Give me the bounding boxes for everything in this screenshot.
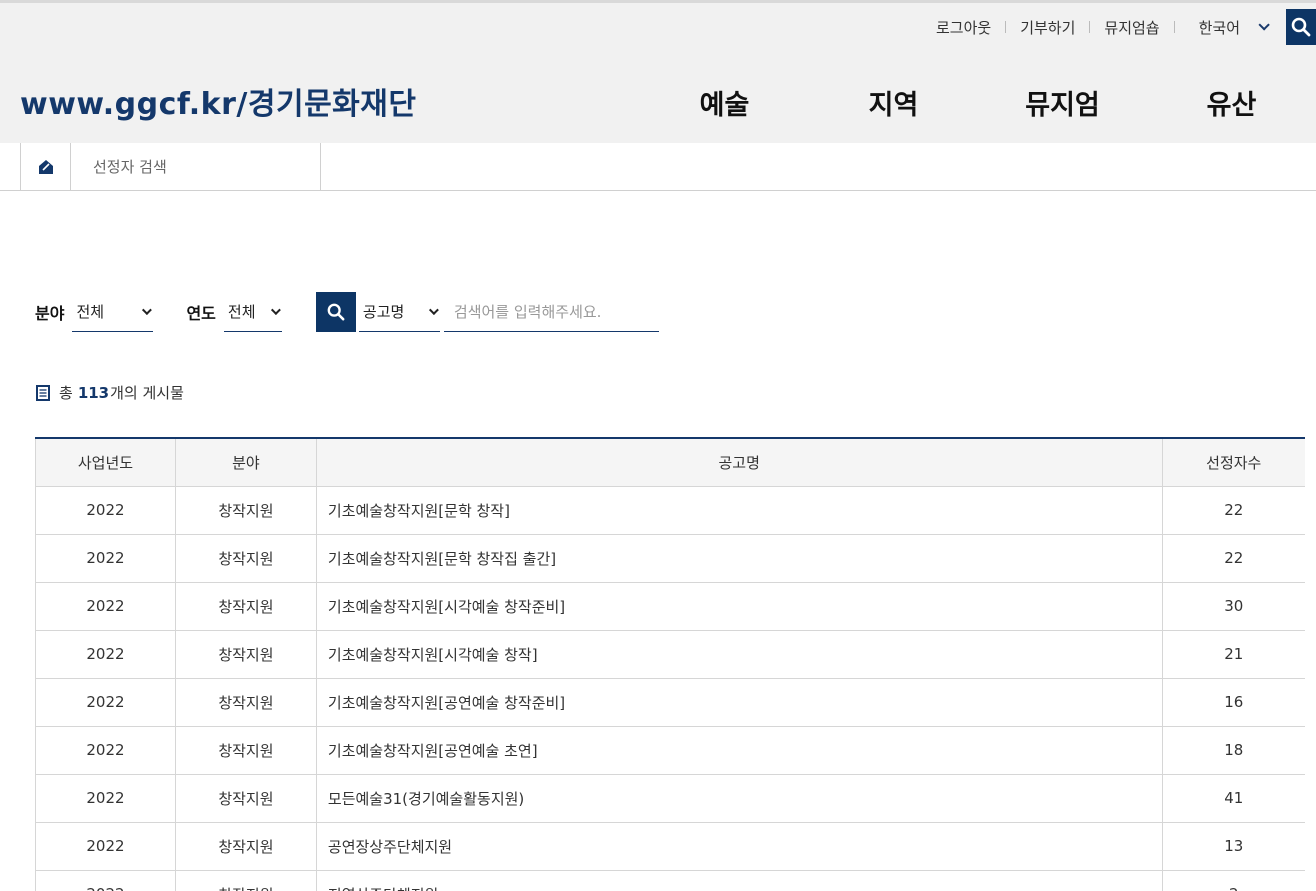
breadcrumb-current[interactable]: 선정자 검색 — [71, 143, 321, 190]
museum-shop-link[interactable]: 뮤지엄숍 — [1090, 17, 1173, 38]
table-row[interactable]: 2022 창작지원 기초예술창작지원[시각예술 창작] 21 — [35, 630, 1305, 679]
nav-item-heritage[interactable]: 유산 — [1147, 83, 1316, 122]
home-button[interactable] — [20, 143, 71, 190]
cell-selected-count: 21 — [1161, 630, 1305, 679]
field-select-value: 전체 — [76, 303, 105, 321]
count-number: 113 — [77, 383, 110, 402]
language-label: 한국어 — [1198, 18, 1240, 37]
chevron-down-icon — [1258, 19, 1270, 31]
cell-field: 창작지원 — [174, 774, 317, 823]
cell-field: 창작지원 — [174, 534, 317, 583]
column-header-title: 공고명 — [315, 438, 1163, 487]
cell-year: 2022 — [35, 630, 176, 679]
home-icon — [38, 159, 53, 174]
cell-title[interactable]: 기초예술창작지원[공연예술 창작준비] — [315, 678, 1163, 727]
column-header-field: 분야 — [174, 438, 317, 487]
cell-field: 창작지원 — [174, 630, 317, 679]
count-suffix: 개의 게시물 — [110, 384, 184, 402]
search-type-value: 공고명 — [362, 303, 405, 321]
year-select-value: 전체 — [227, 303, 256, 321]
cell-field: 창작지원 — [174, 870, 317, 891]
nav-item-museum[interactable]: 뮤지엄 — [978, 83, 1147, 122]
field-select[interactable]: 전체 — [72, 292, 154, 332]
cell-year: 2022 — [35, 870, 176, 891]
chevron-down-icon — [142, 305, 153, 316]
table-row[interactable]: 2022창작지원지역상주단체지원2 — [35, 870, 1305, 891]
cell-selected-count: 41 — [1161, 774, 1305, 823]
site-header: 로그아웃 기부하기 뮤지엄숍 한국어 www.ggcf.kr/경기문화재단 예술… — [0, 0, 1316, 143]
search-button[interactable] — [315, 292, 356, 332]
results-table: 사업년도 분야 공고명 선정자수 2022 창작지원 기초예술창작지원[문학 창작]… — [35, 437, 1305, 891]
chevron-down-icon — [270, 305, 281, 316]
cell-year: 2022 — [35, 486, 176, 535]
cell-field: 창작지원 — [174, 678, 317, 727]
cell-title[interactable]: 공연장상주단체지원 — [315, 822, 1163, 871]
chevron-down-icon — [428, 305, 439, 316]
logout-link[interactable]: 로그아웃 — [922, 17, 1005, 38]
list-icon — [36, 384, 50, 401]
cell-year: 2022 — [35, 534, 176, 583]
cell-title[interactable]: 기초예술창작지원[시각예술 창작준비] — [315, 582, 1163, 631]
cell-selected-count: 30 — [1161, 582, 1305, 631]
site-logo[interactable]: www.ggcf.kr/경기문화재단 — [20, 79, 416, 123]
cell-title[interactable]: 지역상주단체지원 — [315, 870, 1163, 891]
cell-selected-count: 22 — [1161, 534, 1305, 583]
cell-field: 창작지원 — [174, 726, 317, 775]
cell-selected-count: 22 — [1161, 486, 1305, 535]
search-filters: 분야 전체 연도 전체 공고명 — [35, 292, 659, 332]
cell-title[interactable]: 모든예술31(경기예술활동지원) — [315, 774, 1163, 823]
language-select[interactable]: 한국어 — [1175, 17, 1282, 38]
cell-field: 창작지원 — [174, 486, 317, 535]
table-row[interactable]: 2022 창작지원 기초예술창작지원[문학 창작] 22 — [35, 486, 1305, 535]
cell-year: 2022 — [35, 678, 176, 727]
table-header-row: 사업년도 분야 공고명 선정자수 — [35, 438, 1305, 487]
table-row[interactable]: 2022 창작지원 기초예술창작지원[문학 창작집 출간] 22 — [35, 534, 1305, 583]
donate-link[interactable]: 기부하기 — [1006, 17, 1089, 38]
site-search-button[interactable] — [1286, 9, 1316, 45]
year-filter-label: 연도 — [186, 304, 216, 323]
search-icon — [1291, 17, 1311, 37]
cell-title[interactable]: 기초예술창작지원[공연예술 초연] — [315, 726, 1163, 775]
main-nav: 예술 지역 뮤지엄 유산 — [640, 83, 1316, 122]
table-row[interactable]: 2022 창작지원 공연장상주단체지원 13 — [35, 822, 1305, 871]
cell-selected-count: 16 — [1161, 678, 1305, 727]
cell-title[interactable]: 기초예술창작지원[문학 창작] — [315, 486, 1163, 535]
utility-bar: 로그아웃 기부하기 뮤지엄숍 한국어 — [922, 9, 1316, 45]
cell-year: 2022 — [35, 822, 176, 871]
cell-title[interactable]: 기초예술창작지원[문학 창작집 출간] — [315, 534, 1163, 583]
cell-year: 2022 — [35, 774, 176, 823]
count-prefix: 총 — [59, 384, 73, 402]
column-header-year: 사업년도 — [35, 438, 176, 487]
cell-title[interactable]: 기초예술창작지원[시각예술 창작] — [315, 630, 1163, 679]
result-count: 총 113 개의 게시물 — [35, 382, 184, 403]
table-row[interactable]: 2022 창작지원 모든예술31(경기예술활동지원) 41 — [35, 774, 1305, 823]
table-row[interactable]: 2022 창작지원 기초예술창작지원[공연예술 초연] 18 — [35, 726, 1305, 775]
nav-item-region[interactable]: 지역 — [809, 83, 978, 122]
cell-field: 창작지원 — [174, 582, 317, 631]
table-row[interactable]: 2022 창작지원 기초예술창작지원[공연예술 창작준비] 16 — [35, 678, 1305, 727]
cell-field: 창작지원 — [174, 822, 317, 871]
search-icon — [327, 303, 345, 321]
nav-item-art[interactable]: 예술 — [640, 83, 809, 122]
column-header-selected-count: 선정자수 — [1161, 438, 1305, 487]
breadcrumb: 선정자 검색 — [0, 143, 1316, 191]
cell-year: 2022 — [35, 582, 176, 631]
cell-selected-count: 2 — [1161, 870, 1305, 891]
field-filter-label: 분야 — [35, 304, 65, 323]
cell-selected-count: 18 — [1161, 726, 1305, 775]
search-input[interactable] — [443, 292, 659, 332]
search-type-select[interactable]: 공고명 — [358, 292, 440, 332]
year-select[interactable]: 전체 — [223, 292, 282, 332]
cell-selected-count: 13 — [1161, 822, 1305, 871]
table-row[interactable]: 2022 창작지원 기초예술창작지원[시각예술 창작준비] 30 — [35, 582, 1305, 631]
cell-year: 2022 — [35, 726, 176, 775]
